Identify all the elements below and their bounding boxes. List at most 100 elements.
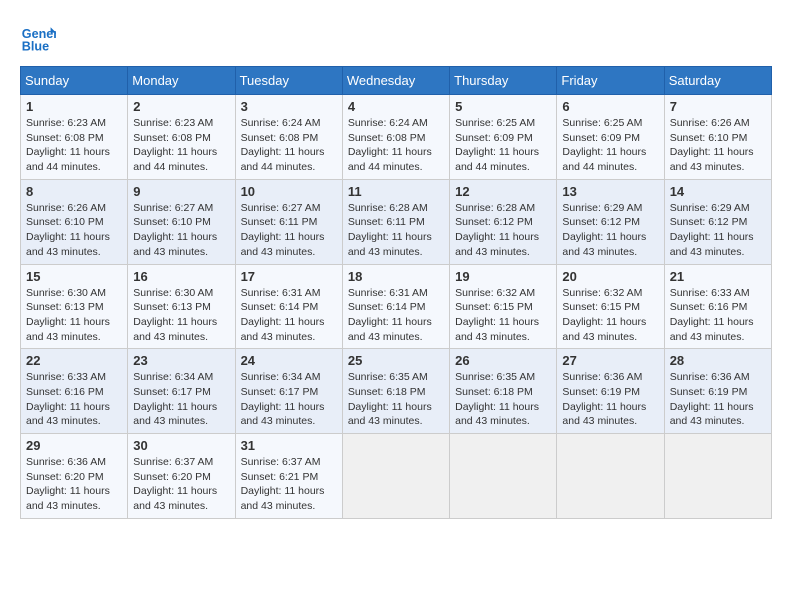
sunset-label: Sunset: 6:18 PM <box>455 386 533 398</box>
weekday-header-saturday: Saturday <box>664 67 771 95</box>
daylight-label: Daylight: 11 hours and 43 minutes. <box>455 316 539 343</box>
day-info: Sunrise: 6:27 AM Sunset: 6:10 PM Dayligh… <box>133 201 229 260</box>
calendar-cell: 6 Sunrise: 6:25 AM Sunset: 6:09 PM Dayli… <box>557 95 664 180</box>
day-info: Sunrise: 6:23 AM Sunset: 6:08 PM Dayligh… <box>26 116 122 175</box>
day-info: Sunrise: 6:32 AM Sunset: 6:15 PM Dayligh… <box>562 286 658 345</box>
weekday-header-friday: Friday <box>557 67 664 95</box>
day-info: Sunrise: 6:31 AM Sunset: 6:14 PM Dayligh… <box>241 286 337 345</box>
day-number: 30 <box>133 438 229 453</box>
sunrise-label: Sunrise: 6:31 AM <box>241 287 321 299</box>
daylight-label: Daylight: 11 hours and 44 minutes. <box>455 146 539 173</box>
day-info: Sunrise: 6:36 AM Sunset: 6:20 PM Dayligh… <box>26 455 122 514</box>
day-number: 13 <box>562 184 658 199</box>
day-number: 3 <box>241 99 337 114</box>
sunset-label: Sunset: 6:08 PM <box>26 132 104 144</box>
sunrise-label: Sunrise: 6:35 AM <box>455 371 535 383</box>
day-info: Sunrise: 6:30 AM Sunset: 6:13 PM Dayligh… <box>133 286 229 345</box>
day-number: 20 <box>562 269 658 284</box>
daylight-label: Daylight: 11 hours and 43 minutes. <box>670 146 754 173</box>
calendar-cell: 2 Sunrise: 6:23 AM Sunset: 6:08 PM Dayli… <box>128 95 235 180</box>
sunset-label: Sunset: 6:21 PM <box>241 471 319 483</box>
sunset-label: Sunset: 6:15 PM <box>562 301 640 313</box>
daylight-label: Daylight: 11 hours and 43 minutes. <box>26 316 110 343</box>
day-number: 6 <box>562 99 658 114</box>
sunset-label: Sunset: 6:11 PM <box>348 216 425 228</box>
sunset-label: Sunset: 6:10 PM <box>133 216 211 228</box>
day-info: Sunrise: 6:34 AM Sunset: 6:17 PM Dayligh… <box>241 370 337 429</box>
calendar-cell: 31 Sunrise: 6:37 AM Sunset: 6:21 PM Dayl… <box>235 434 342 519</box>
day-number: 16 <box>133 269 229 284</box>
sunset-label: Sunset: 6:10 PM <box>670 132 748 144</box>
calendar-cell: 28 Sunrise: 6:36 AM Sunset: 6:19 PM Dayl… <box>664 349 771 434</box>
sunrise-label: Sunrise: 6:26 AM <box>26 202 106 214</box>
weekday-header-thursday: Thursday <box>450 67 557 95</box>
sunrise-label: Sunrise: 6:23 AM <box>133 117 213 129</box>
sunrise-label: Sunrise: 6:32 AM <box>455 287 535 299</box>
sunset-label: Sunset: 6:08 PM <box>348 132 426 144</box>
sunrise-label: Sunrise: 6:25 AM <box>562 117 642 129</box>
day-number: 24 <box>241 353 337 368</box>
sunrise-label: Sunrise: 6:36 AM <box>562 371 642 383</box>
daylight-label: Daylight: 11 hours and 43 minutes. <box>348 231 432 258</box>
sunset-label: Sunset: 6:17 PM <box>133 386 211 398</box>
daylight-label: Daylight: 11 hours and 44 minutes. <box>562 146 646 173</box>
calendar-cell: 9 Sunrise: 6:27 AM Sunset: 6:10 PM Dayli… <box>128 179 235 264</box>
daylight-label: Daylight: 11 hours and 43 minutes. <box>455 401 539 428</box>
daylight-label: Daylight: 11 hours and 43 minutes. <box>670 316 754 343</box>
sunrise-label: Sunrise: 6:34 AM <box>241 371 321 383</box>
calendar-cell: 23 Sunrise: 6:34 AM Sunset: 6:17 PM Dayl… <box>128 349 235 434</box>
day-info: Sunrise: 6:33 AM Sunset: 6:16 PM Dayligh… <box>670 286 766 345</box>
day-info: Sunrise: 6:23 AM Sunset: 6:08 PM Dayligh… <box>133 116 229 175</box>
sunset-label: Sunset: 6:18 PM <box>348 386 426 398</box>
sunrise-label: Sunrise: 6:36 AM <box>26 456 106 468</box>
day-number: 17 <box>241 269 337 284</box>
day-info: Sunrise: 6:28 AM Sunset: 6:11 PM Dayligh… <box>348 201 444 260</box>
daylight-label: Daylight: 11 hours and 43 minutes. <box>133 401 217 428</box>
calendar-cell: 24 Sunrise: 6:34 AM Sunset: 6:17 PM Dayl… <box>235 349 342 434</box>
daylight-label: Daylight: 11 hours and 43 minutes. <box>241 316 325 343</box>
daylight-label: Daylight: 11 hours and 43 minutes. <box>26 401 110 428</box>
day-info: Sunrise: 6:30 AM Sunset: 6:13 PM Dayligh… <box>26 286 122 345</box>
calendar-cell: 11 Sunrise: 6:28 AM Sunset: 6:11 PM Dayl… <box>342 179 449 264</box>
daylight-label: Daylight: 11 hours and 43 minutes. <box>562 316 646 343</box>
sunset-label: Sunset: 6:20 PM <box>26 471 104 483</box>
sunset-label: Sunset: 6:09 PM <box>455 132 533 144</box>
daylight-label: Daylight: 11 hours and 43 minutes. <box>348 316 432 343</box>
calendar-cell: 20 Sunrise: 6:32 AM Sunset: 6:15 PM Dayl… <box>557 264 664 349</box>
sunset-label: Sunset: 6:13 PM <box>133 301 211 313</box>
calendar-cell: 14 Sunrise: 6:29 AM Sunset: 6:12 PM Dayl… <box>664 179 771 264</box>
svg-text:Blue: Blue <box>22 40 49 54</box>
sunrise-label: Sunrise: 6:36 AM <box>670 371 750 383</box>
daylight-label: Daylight: 11 hours and 43 minutes. <box>241 231 325 258</box>
day-number: 26 <box>455 353 551 368</box>
daylight-label: Daylight: 11 hours and 43 minutes. <box>133 485 217 512</box>
sunrise-label: Sunrise: 6:27 AM <box>241 202 321 214</box>
sunset-label: Sunset: 6:08 PM <box>133 132 211 144</box>
day-number: 29 <box>26 438 122 453</box>
day-number: 21 <box>670 269 766 284</box>
day-number: 25 <box>348 353 444 368</box>
day-info: Sunrise: 6:24 AM Sunset: 6:08 PM Dayligh… <box>241 116 337 175</box>
sunset-label: Sunset: 6:17 PM <box>241 386 319 398</box>
day-number: 22 <box>26 353 122 368</box>
day-number: 10 <box>241 184 337 199</box>
day-number: 4 <box>348 99 444 114</box>
calendar-cell: 16 Sunrise: 6:30 AM Sunset: 6:13 PM Dayl… <box>128 264 235 349</box>
sunset-label: Sunset: 6:14 PM <box>348 301 426 313</box>
sunset-label: Sunset: 6:19 PM <box>670 386 748 398</box>
weekday-header-tuesday: Tuesday <box>235 67 342 95</box>
logo: General Blue <box>20 20 60 56</box>
sunset-label: Sunset: 6:14 PM <box>241 301 319 313</box>
sunrise-label: Sunrise: 6:37 AM <box>241 456 321 468</box>
sunset-label: Sunset: 6:10 PM <box>26 216 104 228</box>
day-info: Sunrise: 6:26 AM Sunset: 6:10 PM Dayligh… <box>670 116 766 175</box>
daylight-label: Daylight: 11 hours and 43 minutes. <box>241 401 325 428</box>
day-info: Sunrise: 6:34 AM Sunset: 6:17 PM Dayligh… <box>133 370 229 429</box>
sunset-label: Sunset: 6:20 PM <box>133 471 211 483</box>
daylight-label: Daylight: 11 hours and 43 minutes. <box>26 231 110 258</box>
calendar-cell: 27 Sunrise: 6:36 AM Sunset: 6:19 PM Dayl… <box>557 349 664 434</box>
sunrise-label: Sunrise: 6:23 AM <box>26 117 106 129</box>
sunrise-label: Sunrise: 6:30 AM <box>133 287 213 299</box>
sunrise-label: Sunrise: 6:35 AM <box>348 371 428 383</box>
daylight-label: Daylight: 11 hours and 43 minutes. <box>562 231 646 258</box>
